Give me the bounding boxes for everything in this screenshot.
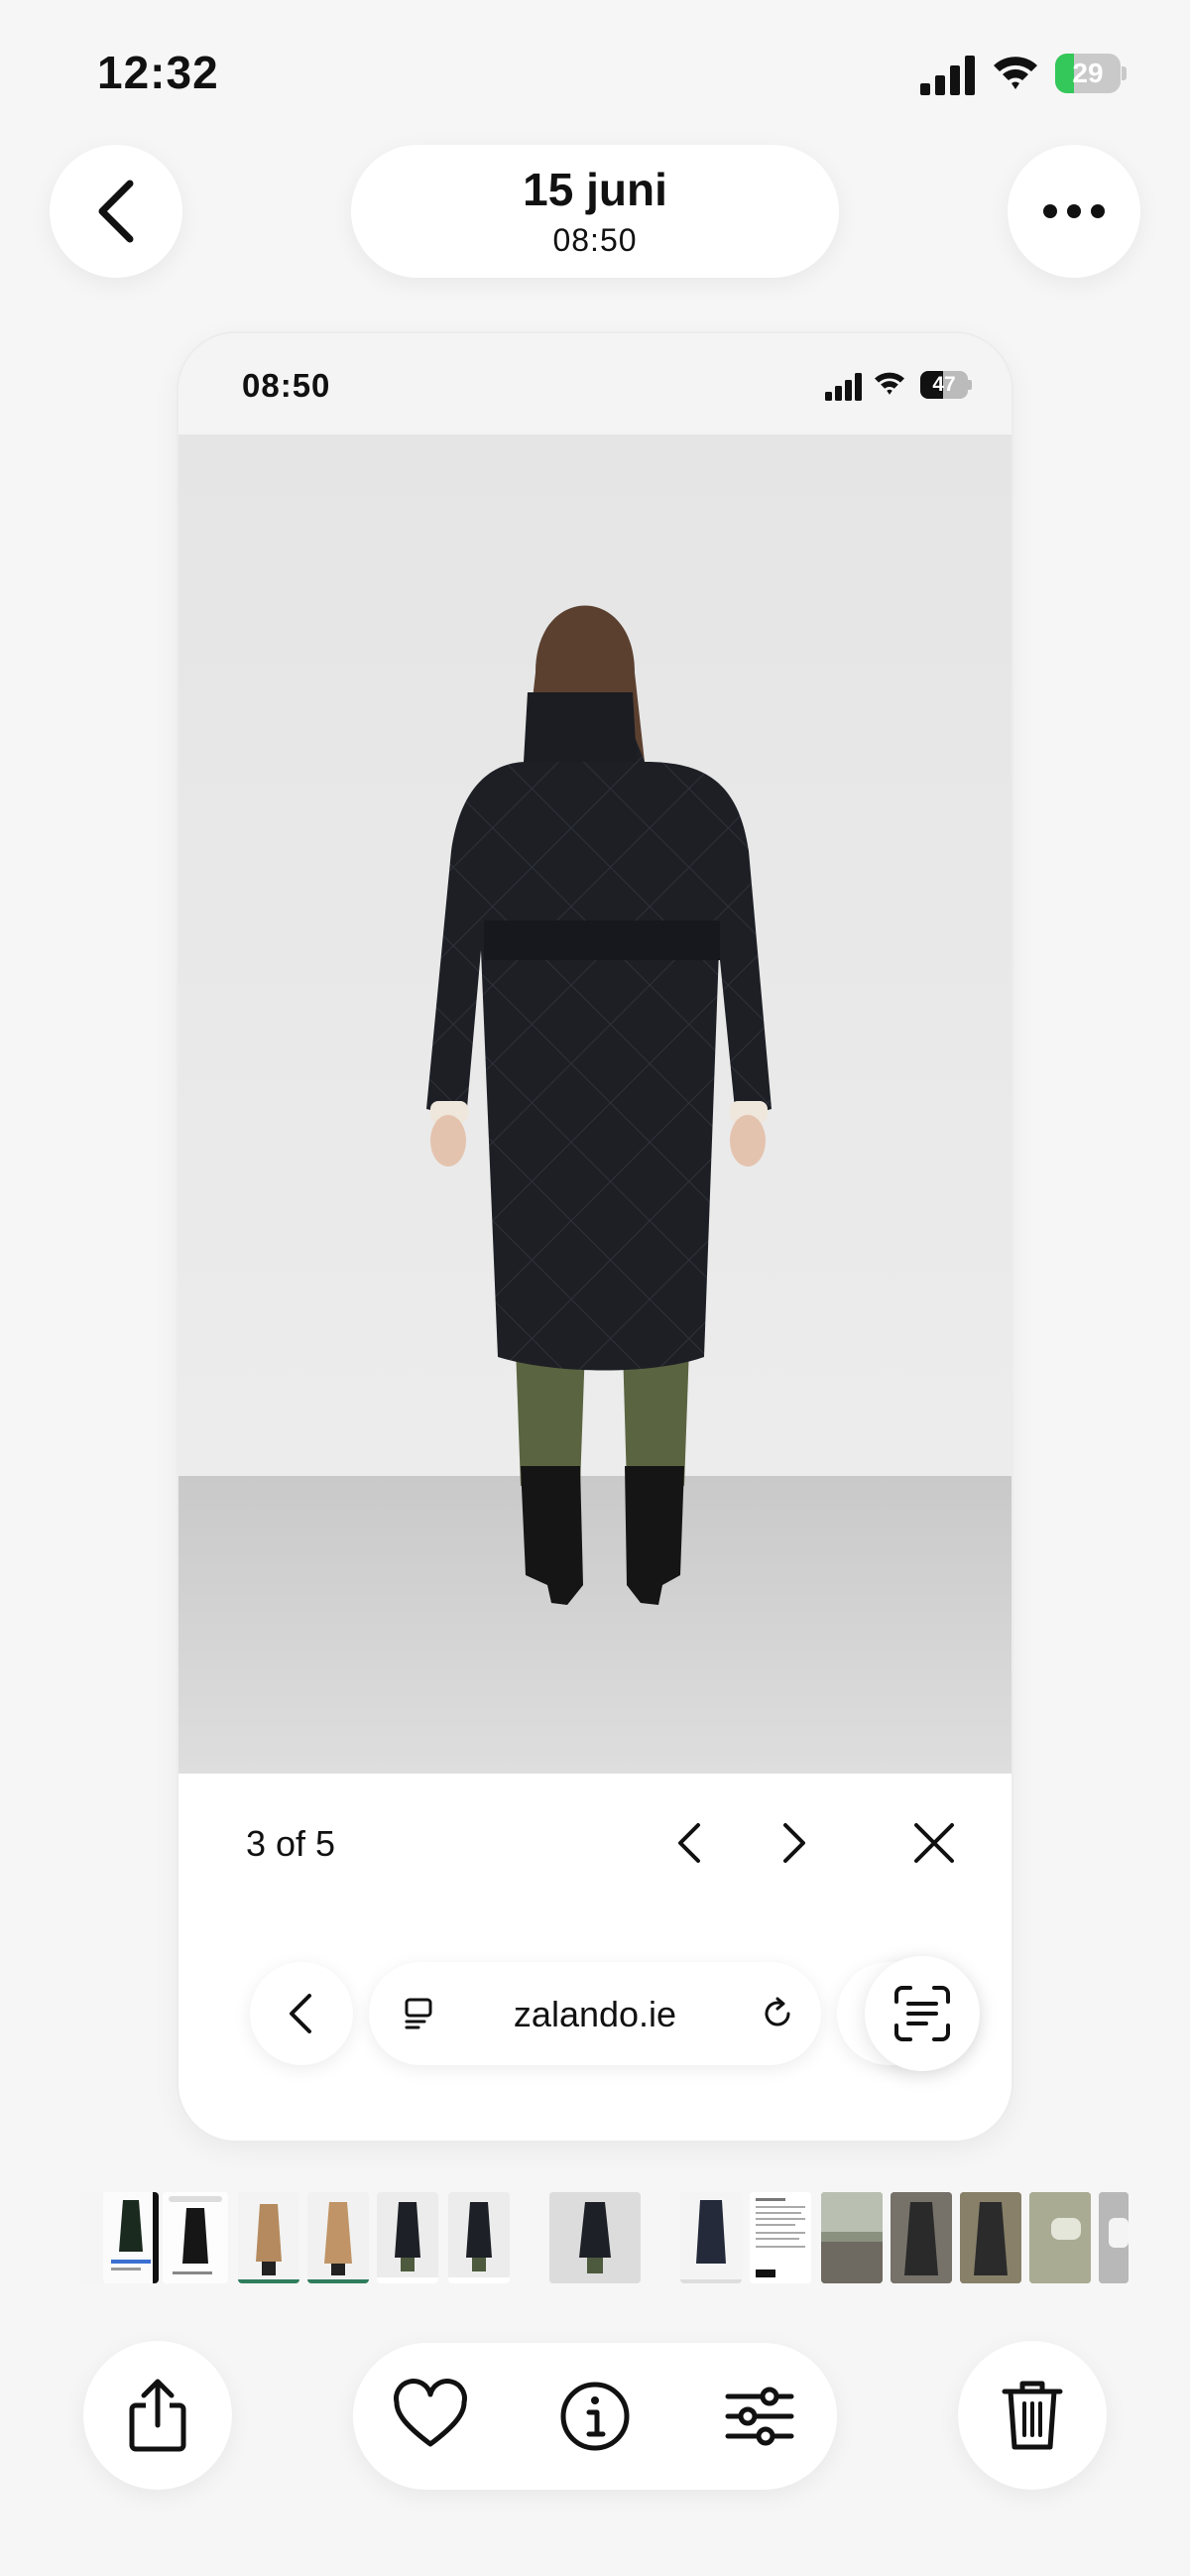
chevron-left-icon: [660, 1813, 720, 1873]
close-icon: [904, 1813, 964, 1873]
address-bar[interactable]: zalando.ie: [369, 1962, 821, 2065]
chevron-right-icon: [764, 1813, 823, 1873]
battery-icon: 29: [1055, 54, 1127, 93]
inner-status-time: 08:50: [242, 367, 331, 404]
match-count: 3 of 5: [246, 1823, 336, 1864]
inner-cellular-signal-icon: [825, 373, 863, 401]
thumbnail[interactable]: [960, 2192, 1021, 2283]
thumbnail[interactable]: [821, 2192, 883, 2283]
inner-wifi-icon: [873, 369, 906, 399]
thumbnail[interactable]: [103, 2192, 159, 2283]
thumbnail[interactable]: [238, 2192, 299, 2283]
browser-back-button[interactable]: [250, 1962, 353, 2065]
thumbnail[interactable]: [163, 2192, 228, 2283]
url-text: zalando.ie: [513, 1994, 677, 2034]
trash-icon: [1001, 2378, 1064, 2453]
thumbnail-strip[interactable]: [60, 2188, 1130, 2283]
thumbnail[interactable]: [1029, 2192, 1091, 2283]
capture-date-title[interactable]: 15 juni 08:50: [351, 145, 839, 278]
inner-battery-level: 47: [932, 373, 956, 396]
info-icon: [555, 2377, 635, 2456]
thumbnail-selected[interactable]: [549, 2192, 641, 2283]
inner-battery-icon: 47: [920, 371, 972, 399]
delete-button[interactable]: [958, 2341, 1107, 2490]
share-icon: [126, 2378, 189, 2453]
thumbnail[interactable]: [307, 2192, 369, 2283]
capture-date: 15 juni: [523, 164, 667, 215]
thumbnail[interactable]: [680, 2192, 742, 2283]
battery-level: 29: [1072, 58, 1104, 88]
screenshot-preview[interactable]: 08:50 47 3 of 5 zalando.ie: [178, 333, 1012, 2141]
search-results-pager: 3 of 5: [178, 1774, 1012, 1912]
favorite-button[interactable]: [391, 2377, 470, 2456]
next-match-button[interactable]: [764, 1813, 823, 1873]
back-button[interactable]: [50, 145, 182, 278]
thumbnail[interactable]: [377, 2192, 438, 2283]
close-search-button[interactable]: [904, 1813, 964, 1873]
sliders-icon: [720, 2377, 799, 2456]
thumbnail[interactable]: [1099, 2192, 1129, 2283]
thumbnail[interactable]: [448, 2192, 510, 2283]
chevron-left-icon: [94, 180, 138, 243]
photo-actions-bar: [353, 2343, 837, 2490]
thumbnail[interactable]: [891, 2192, 952, 2283]
adjust-button[interactable]: [720, 2377, 799, 2456]
heart-icon: [391, 2377, 470, 2456]
ellipsis-icon: [1042, 203, 1106, 219]
chevron-left-icon: [282, 1992, 321, 2035]
browser-toolbar: zalando.ie: [178, 1912, 1012, 2141]
inner-status-bar: 08:50 47: [178, 333, 1012, 434]
more-options-button[interactable]: [1008, 145, 1140, 278]
product-image: [178, 434, 1012, 1774]
reload-icon[interactable]: [760, 1996, 795, 2031]
capture-time: 08:50: [552, 222, 638, 258]
text-scan-icon: [891, 1982, 954, 2045]
status-time: 12:32: [97, 47, 219, 98]
previous-match-button[interactable]: [660, 1813, 720, 1873]
cellular-signal-icon: [920, 56, 976, 95]
thumbnail[interactable]: [750, 2192, 811, 2283]
share-button[interactable]: [83, 2341, 232, 2490]
live-text-button[interactable]: [865, 1956, 980, 2071]
status-bar: 12:32 29: [0, 0, 1190, 129]
wifi-icon: [992, 52, 1039, 95]
info-button[interactable]: [555, 2377, 635, 2456]
